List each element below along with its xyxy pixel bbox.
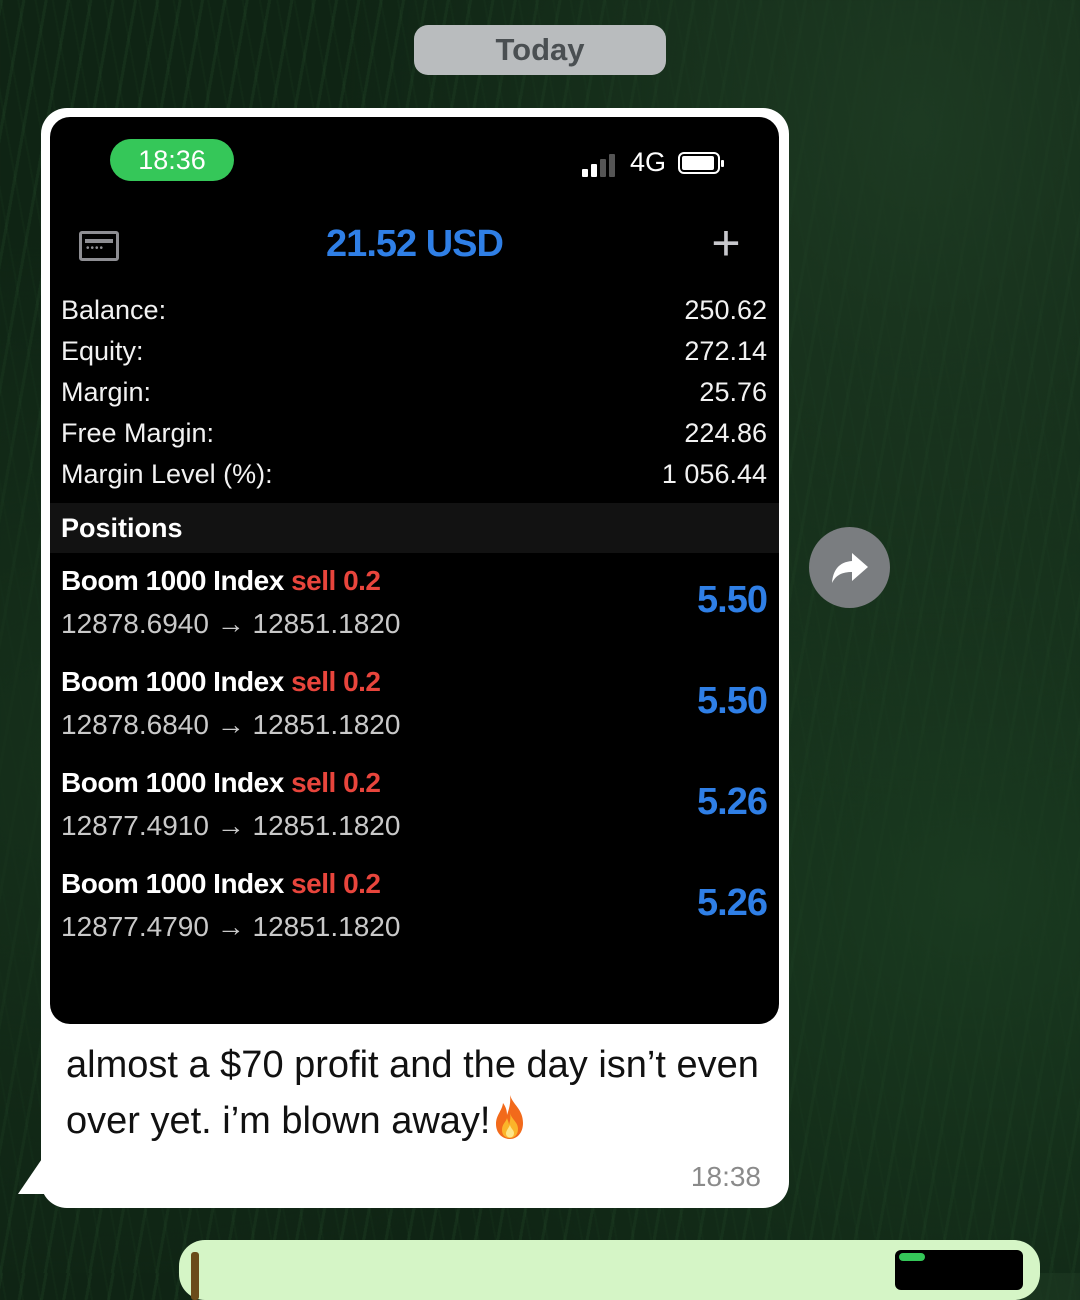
summary-value: 1 056.44 (661, 459, 767, 489)
position-profit: 5.50 (697, 579, 768, 621)
message-timestamp: 18:38 (690, 1161, 761, 1192)
position-side: sell 0.2 (291, 767, 381, 798)
message-text: almost a $70 profit and the day isn’t ev… (66, 1038, 766, 1149)
fire-emoji-icon (495, 1095, 523, 1139)
position-current-price: 12851.1820 (252, 709, 401, 740)
position-open-price: 12878.6840 (61, 709, 209, 740)
position-symbol-line: Boom 1000 Index sell 0.2 (61, 666, 381, 698)
position-prices: 12878.6940 → 12851.1820 (61, 608, 400, 640)
summary-row-margin-level: Margin Level (%): 1 056.44 (61, 459, 767, 500)
bubble-tail (18, 1150, 48, 1194)
summary-row-free-margin: Free Margin: 224.86 (61, 418, 767, 459)
position-current-price: 12851.1820 (252, 911, 401, 942)
position-profit: 5.26 (697, 882, 768, 924)
signal-icon (582, 151, 622, 177)
summary-row-margin: Margin: 25.76 (61, 377, 767, 418)
summary-label: Free Margin: (61, 418, 215, 448)
position-prices: 12877.4790 → 12851.1820 (61, 911, 400, 943)
position-symbol: Boom 1000 Index (61, 666, 284, 697)
position-row: Boom 1000 Index sell 0.2 12878.6840 → 12… (61, 666, 768, 767)
position-symbol-line: Boom 1000 Index sell 0.2 (61, 868, 381, 900)
summary-label: Balance: (61, 295, 167, 325)
position-row: Boom 1000 Index sell 0.2 12877.4790 → 12… (61, 868, 768, 969)
battery-icon (678, 152, 724, 174)
position-symbol: Boom 1000 Index (61, 565, 284, 596)
positions-header: Positions (50, 503, 779, 553)
arrow-icon: → (216, 810, 245, 841)
summary-value: 25.76 (699, 377, 767, 407)
arrow-icon: → (216, 608, 245, 639)
position-open-price: 12877.4790 (61, 911, 209, 942)
position-current-price: 12851.1820 (252, 810, 401, 841)
position-profit: 5.26 (697, 781, 768, 823)
position-prices: 12878.6840 → 12851.1820 (61, 709, 400, 741)
position-row: Boom 1000 Index sell 0.2 12877.4910 → 12… (61, 767, 768, 868)
forward-button[interactable] (809, 527, 890, 608)
floating-profit-total: 21.52 USD (326, 223, 504, 265)
arrow-icon: → (216, 709, 245, 740)
position-open-price: 12877.4910 (61, 810, 209, 841)
summary-row-balance: Balance: 250.62 (61, 295, 767, 336)
position-side: sell 0.2 (291, 868, 381, 899)
position-symbol: Boom 1000 Index (61, 767, 284, 798)
summary-label: Margin Level (%): (61, 459, 273, 489)
summary-label: Margin: (61, 377, 152, 407)
summary-value: 224.86 (684, 418, 767, 448)
position-profit: 5.50 (697, 680, 768, 722)
reply-accent-bar (191, 1252, 199, 1300)
network-type: 4G (630, 147, 667, 177)
position-side: sell 0.2 (291, 565, 381, 596)
date-separator: Today (414, 25, 666, 75)
position-symbol-line: Boom 1000 Index sell 0.2 (61, 565, 381, 597)
position-current-price: 12851.1820 (252, 608, 401, 639)
summary-row-equity: Equity: 272.14 (61, 336, 767, 377)
message-body: almost a $70 profit and the day isn’t ev… (66, 1044, 759, 1142)
position-prices: 12877.4910 → 12851.1820 (61, 810, 400, 842)
account-summary: Balance: 250.62 Equity: 272.14 Margin: 2… (61, 295, 767, 500)
position-row: Boom 1000 Index sell 0.2 12878.6940 → 12… (61, 565, 768, 666)
plus-icon: + (711, 215, 741, 271)
position-side: sell 0.2 (291, 666, 381, 697)
position-symbol: Boom 1000 Index (61, 868, 284, 899)
attached-screenshot-thumbnail[interactable] (895, 1250, 1023, 1290)
summary-value: 272.14 (684, 336, 767, 366)
attached-screenshot[interactable]: 18:36 4G 21.52 USD + Balance: 250.62 Equ… (50, 117, 779, 1024)
summary-value: 250.62 (684, 295, 767, 325)
position-symbol-line: Boom 1000 Index sell 0.2 (61, 767, 381, 799)
message-bubble[interactable]: 18:36 4G 21.52 USD + Balance: 250.62 Equ… (41, 108, 789, 1208)
arrow-icon: → (216, 911, 245, 942)
position-open-price: 12878.6940 (61, 608, 209, 639)
forward-arrow-icon (831, 552, 868, 583)
status-time: 18:36 (110, 139, 234, 181)
next-message-bubble[interactable] (179, 1240, 1040, 1300)
summary-label: Equity: (61, 336, 144, 366)
